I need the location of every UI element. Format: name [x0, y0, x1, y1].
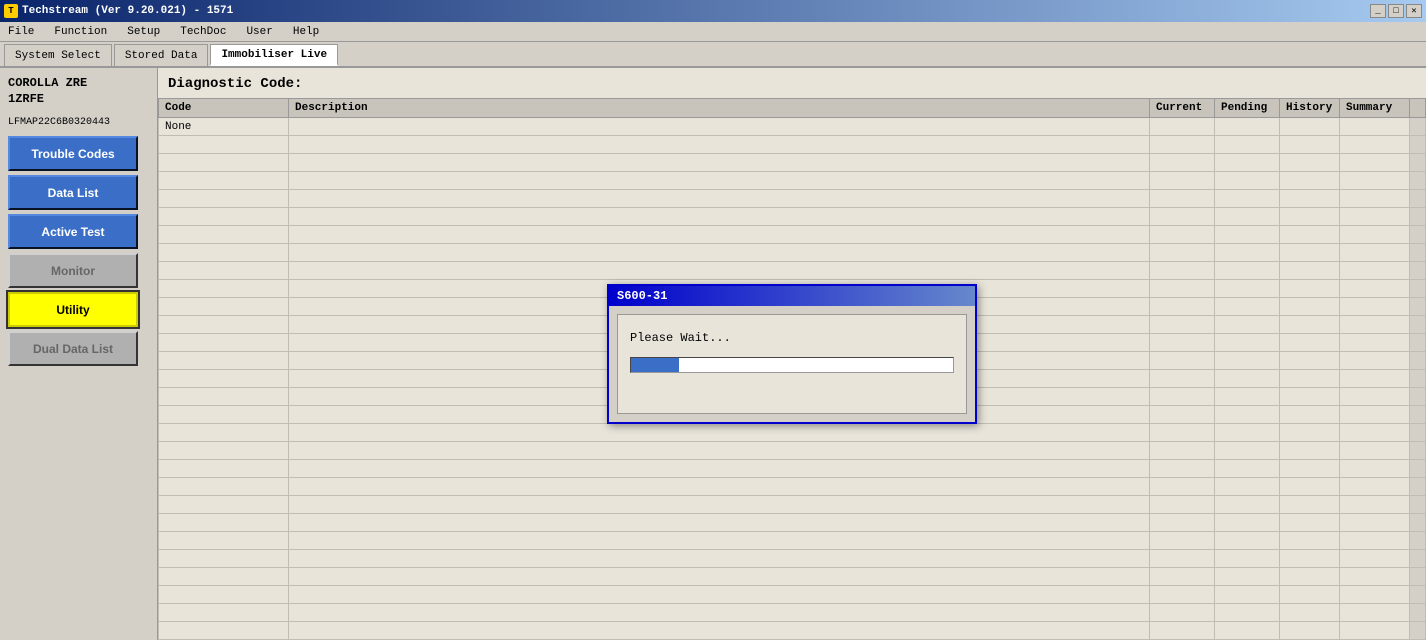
tab-system-select[interactable]: System Select	[4, 44, 112, 66]
dialog-titlebar: S600-31	[609, 286, 975, 306]
dialog-message: Please Wait...	[630, 331, 954, 345]
menu-function[interactable]: Function	[50, 24, 111, 40]
car-info: COROLLA ZRE 1ZRFE	[8, 76, 149, 111]
menu-bar: File Function Setup TechDoc User Help	[0, 22, 1426, 42]
dialog-overlay: S600-31 Please Wait...	[158, 68, 1426, 640]
maximize-button[interactable]: □	[1388, 4, 1404, 18]
menu-file[interactable]: File	[4, 24, 38, 40]
car-vin: LFMAP22C6B0320443	[8, 117, 149, 128]
progress-bar	[630, 357, 954, 373]
wait-dialog: S600-31 Please Wait...	[607, 284, 977, 424]
menu-setup[interactable]: Setup	[123, 24, 164, 40]
main-area: COROLLA ZRE 1ZRFE LFMAP22C6B0320443 Trou…	[0, 68, 1426, 640]
progress-bar-fill	[631, 358, 679, 372]
tab-bar: System Select Stored Data Immobiliser Li…	[0, 42, 1426, 68]
monitor-button[interactable]: Monitor	[8, 253, 138, 288]
dialog-body: Please Wait...	[617, 314, 967, 414]
data-list-button[interactable]: Data List	[8, 175, 138, 210]
menu-techdoc[interactable]: TechDoc	[176, 24, 230, 40]
title-bar-controls: _ □ ✕	[1370, 4, 1422, 18]
dialog-title: S600-31	[617, 289, 667, 303]
tab-immobiliser-live[interactable]: Immobiliser Live	[210, 44, 338, 66]
dual-data-list-button[interactable]: Dual Data List	[8, 331, 138, 366]
close-button[interactable]: ✕	[1406, 4, 1422, 18]
tab-stored-data[interactable]: Stored Data	[114, 44, 209, 66]
sidebar: COROLLA ZRE 1ZRFE LFMAP22C6B0320443 Trou…	[0, 68, 158, 640]
title-bar: T Techstream (Ver 9.20.021) - 1571 _ □ ✕	[0, 0, 1426, 22]
minimize-button[interactable]: _	[1370, 4, 1386, 18]
trouble-codes-button[interactable]: Trouble Codes	[8, 136, 138, 171]
active-test-button[interactable]: Active Test	[8, 214, 138, 249]
app-title: Techstream (Ver 9.20.021) - 1571	[22, 5, 233, 17]
car-model: COROLLA ZRE 1ZRFE	[8, 76, 149, 107]
utility-button[interactable]: Utility	[8, 292, 138, 327]
menu-help[interactable]: Help	[289, 24, 323, 40]
title-bar-left: T Techstream (Ver 9.20.021) - 1571	[4, 4, 233, 18]
menu-user[interactable]: User	[242, 24, 276, 40]
content-area: Diagnostic Code: Code Description Cu	[158, 68, 1426, 640]
app-icon: T	[4, 4, 18, 18]
